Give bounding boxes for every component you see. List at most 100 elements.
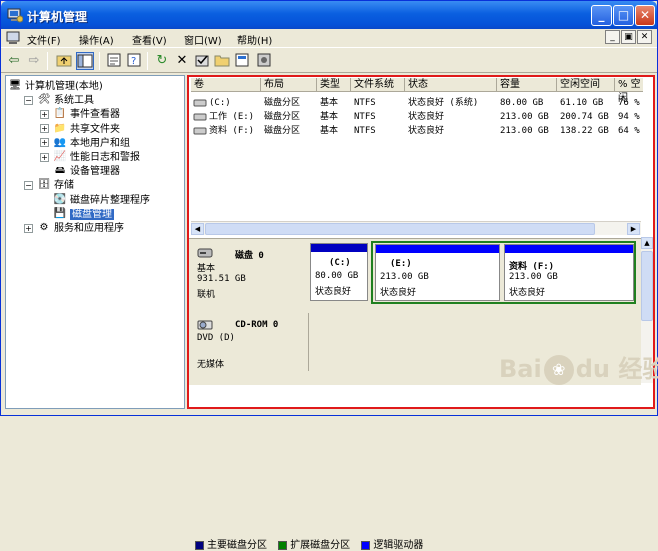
- tree-item[interactable]: 💽 磁盘碎片整理程序: [40, 194, 150, 208]
- baidu-watermark: Bai ❀ du 经验: [499, 349, 658, 385]
- delete-icon[interactable]: ✕: [173, 52, 191, 70]
- forward-icon[interactable]: ⇨: [25, 52, 43, 70]
- disk-icon: [197, 248, 213, 258]
- tree-item-label: 事件查看器: [70, 109, 120, 121]
- table-row[interactable]: 资料 (F:) 磁盘分区 基本 NTFS 状态良好 213.00 GB 138.22 GB 6…: [191, 124, 643, 138]
- properties-icon[interactable]: [105, 52, 123, 70]
- cell-layout: 磁盘分区: [264, 98, 301, 108]
- disk0-name: 磁盘 0: [235, 251, 264, 261]
- disk0-label[interactable]: 磁盘 0 基本 931.51 GB 联机: [191, 241, 306, 307]
- tree-item[interactable]: + 📈 性能日志和警报: [40, 151, 140, 165]
- help-topic-icon[interactable]: ?: [125, 52, 143, 70]
- cell-pct: 94 %: [618, 112, 640, 122]
- volume-list: 卷 布局 类型 文件系统 状态 容量 空闲空间 % 空闲 (C:) 磁盘分区 基本 N…: [191, 78, 643, 238]
- volume-icon: [193, 127, 207, 135]
- menu-window[interactable]: 窗口(W): [184, 32, 222, 47]
- disk-settings-icon[interactable]: [255, 52, 273, 70]
- refresh-icon[interactable]: ↻: [153, 52, 171, 70]
- vertical-scroll-thumb[interactable]: [641, 251, 653, 321]
- extended-partition: (E:) 213.00 GB 状态良好 资料 (F:) 213.00 GB 状态…: [371, 241, 636, 304]
- partition-e-name: (E:): [390, 259, 412, 269]
- col-capacity[interactable]: 容量: [497, 78, 557, 92]
- expand-icon[interactable]: +: [40, 138, 49, 148]
- col-free[interactable]: 空闲空间: [557, 78, 615, 92]
- partition-c-name: (C:): [329, 258, 351, 268]
- table-row[interactable]: 工作 (E:) 磁盘分区 基本 NTFS 状态良好 213.00 GB 200.74 GB 9…: [191, 110, 643, 124]
- scroll-up-icon[interactable]: ▲: [641, 237, 653, 249]
- menu-view[interactable]: 查看(V): [132, 32, 167, 47]
- volume-list-header: 卷 布局 类型 文件系统 状态 容量 空闲空间 % 空闲: [191, 78, 643, 104]
- col-status[interactable]: 状态: [405, 78, 497, 92]
- partition-e-size: 213.00 GB: [380, 272, 429, 282]
- cell-pct: 64 %: [618, 126, 640, 136]
- mmc-doc-icon[interactable]: [6, 31, 20, 45]
- col-filesystem[interactable]: 文件系统: [351, 78, 405, 92]
- tree-item[interactable]: − 🗄 存储: [24, 179, 74, 193]
- toolbar-separator: [147, 52, 148, 70]
- menu-action[interactable]: 操作(A): [79, 32, 114, 47]
- title-bar[interactable]: 计算机管理 _ □ ✕: [1, 1, 657, 29]
- perf-icon: 📈: [53, 151, 67, 162]
- expand-icon[interactable]: +: [40, 152, 49, 162]
- tree-item[interactable]: 🖴 设备管理器: [40, 165, 120, 179]
- col-volume[interactable]: 卷: [191, 78, 261, 92]
- event-icon: 📋: [53, 108, 67, 120]
- cdrom0-label[interactable]: CD-ROM 0 DVD (D) 无媒体: [191, 313, 306, 371]
- col-layout[interactable]: 布局: [261, 78, 317, 92]
- tree-item-label: 设备管理器: [70, 166, 120, 178]
- menu-help[interactable]: 帮助(H): [237, 32, 272, 47]
- scroll-right-icon[interactable]: ▶: [627, 223, 640, 235]
- tree-item[interactable]: + 📁 共享文件夹: [40, 123, 120, 137]
- partition-f[interactable]: 资料 (F:) 213.00 GB 状态良好: [504, 244, 634, 301]
- watermark-brand2: du: [575, 355, 610, 383]
- watermark-text: 经验: [618, 355, 658, 383]
- child-close-button[interactable]: ✕: [637, 30, 652, 44]
- maximize-button[interactable]: □: [613, 5, 634, 26]
- menu-file[interactable]: 文件(F): [27, 32, 61, 47]
- console-tree: 🖥 计算机管理(本地) − 🛠 系统工具 + 📋 事件查看器 + 📁 共享文件夹 + 👥 本地用户和组 + 📈…: [5, 75, 185, 409]
- child-minimize-button[interactable]: _: [605, 30, 620, 44]
- check-icon[interactable]: [193, 52, 211, 70]
- scroll-thumb[interactable]: [205, 223, 595, 235]
- partition-f-name: 资料 (F:): [509, 262, 555, 272]
- legend-primary: 主要磁盘分区: [207, 540, 267, 551]
- expand-icon[interactable]: +: [40, 109, 49, 119]
- cell-fs: NTFS: [354, 112, 376, 122]
- tree-item[interactable]: + 👥 本地用户和组: [40, 137, 130, 151]
- minimize-button[interactable]: _: [591, 5, 612, 26]
- col-pct-free[interactable]: % 空闲: [615, 78, 643, 104]
- tree-item[interactable]: 💾 磁盘管理: [40, 208, 114, 222]
- collapse-icon[interactable]: −: [24, 95, 33, 105]
- horizontal-scrollbar[interactable]: ◀ ▶: [191, 221, 641, 235]
- volume-icon: [193, 99, 207, 107]
- defrag-icon: 💽: [53, 193, 67, 205]
- partition-e[interactable]: (E:) 213.00 GB 状态良好: [375, 244, 500, 301]
- partition-c[interactable]: (C:) 80.00 GB 状态良好: [310, 243, 368, 301]
- tree-item-label: 本地用户和组: [70, 137, 130, 149]
- cell-layout: 磁盘分区: [264, 112, 301, 122]
- export-icon[interactable]: [233, 52, 251, 70]
- close-button[interactable]: ✕: [635, 5, 655, 26]
- table-row[interactable]: (C:) 磁盘分区 基本 NTFS 状态良好 (系统) 80.00 GB 61.10 GB 7…: [191, 96, 643, 110]
- tree-item[interactable]: + 📋 事件查看器: [40, 108, 120, 122]
- watermark-brand: Bai: [499, 355, 542, 383]
- cell-vol: 工作 (E:): [209, 112, 255, 122]
- volume-icon: [193, 113, 207, 121]
- partition-c-status: 状态良好: [315, 287, 352, 297]
- show-tree-icon[interactable]: [76, 52, 94, 70]
- open-folder-icon[interactable]: [213, 52, 231, 70]
- scroll-left-icon[interactable]: ◀: [191, 223, 204, 235]
- up-folder-icon[interactable]: [55, 52, 73, 70]
- child-restore-button[interactable]: ▣: [621, 30, 636, 44]
- back-icon[interactable]: ⇦: [5, 52, 23, 70]
- expand-icon[interactable]: +: [40, 124, 49, 134]
- collapse-icon[interactable]: −: [24, 180, 33, 190]
- col-type[interactable]: 类型: [317, 78, 351, 92]
- tree-item[interactable]: 🖥 计算机管理(本地): [8, 80, 103, 94]
- partition-e-status: 状态良好: [380, 288, 417, 298]
- paw-icon: ❀: [543, 355, 574, 385]
- tree-item[interactable]: − 🛠 系统工具: [24, 94, 94, 108]
- tree-item[interactable]: + ⚙ 服务和应用程序: [24, 222, 124, 236]
- disk0-partitions: (C:) 80.00 GB 状态良好 (E:) 213.00 GB 状态良好 资…: [308, 241, 641, 307]
- expand-icon[interactable]: +: [24, 223, 33, 233]
